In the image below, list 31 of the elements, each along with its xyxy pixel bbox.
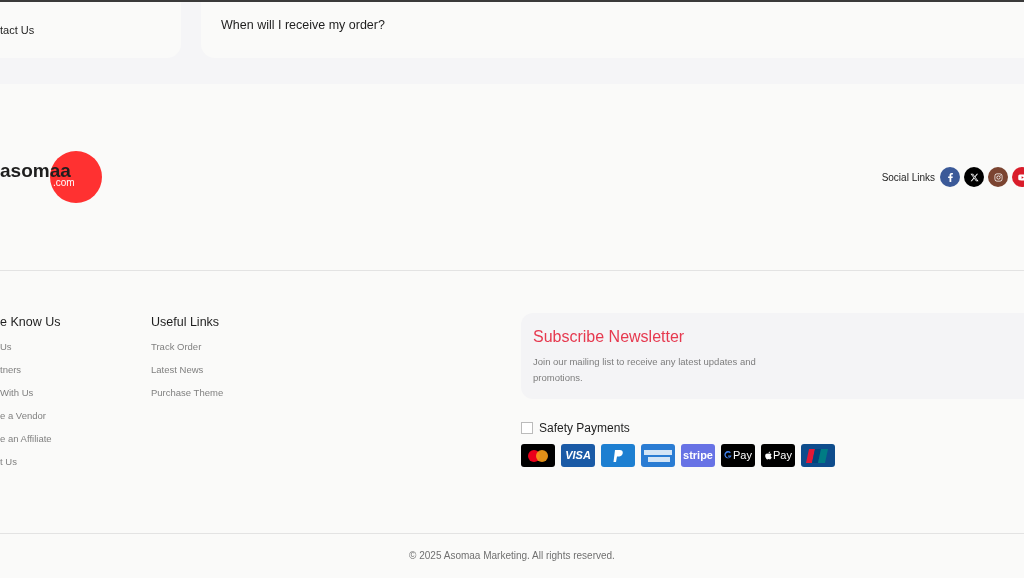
faq-card[interactable]: When will I receive my order? <box>201 2 1024 58</box>
footer-link[interactable]: e an Affiliate <box>0 431 151 446</box>
paypal-icon <box>601 444 635 467</box>
facebook-icon[interactable] <box>940 167 960 187</box>
footer-link[interactable]: Purchase Theme <box>151 385 521 400</box>
mastercard-icon <box>521 444 555 467</box>
footer-link[interactable]: With Us <box>0 385 151 400</box>
column-heading: Useful Links <box>151 314 221 331</box>
footer-link[interactable]: t Us <box>0 454 151 469</box>
logo-suffix: .com <box>53 178 75 188</box>
footer-link[interactable]: Us <box>0 339 151 354</box>
footer-link[interactable]: Track Order <box>151 339 521 354</box>
x-icon[interactable] <box>964 167 984 187</box>
checkbox[interactable] <box>521 422 533 434</box>
column-heading: e Know Us <box>0 314 62 331</box>
unionpay-icon <box>801 444 835 467</box>
apple-pay-logo: Pay <box>761 444 795 467</box>
faq-card[interactable]: tact Us <box>0 2 181 58</box>
newsletter-title: Subscribe Newsletter <box>533 327 686 347</box>
instagram-icon[interactable] <box>988 167 1008 187</box>
newsletter-text: Join our mailing list to receive any latest updates and promotions. <box>533 355 757 385</box>
amex-icon <box>641 444 675 467</box>
google-pay-logo: Pay <box>721 444 755 467</box>
visa-logo: VISA <box>561 444 595 467</box>
stripe-logo: stripe <box>681 444 715 467</box>
copyright-text: © 2025 Asomaa Marketing. All rights reserved. <box>408 549 616 563</box>
footer-link[interactable]: tners <box>0 362 151 377</box>
social-links-label: Social Links <box>881 170 935 185</box>
footer-link[interactable]: e a Vendor <box>0 408 151 423</box>
payments-label: Safety Payments <box>539 420 630 437</box>
footer-link[interactable]: Latest News <box>151 362 521 377</box>
